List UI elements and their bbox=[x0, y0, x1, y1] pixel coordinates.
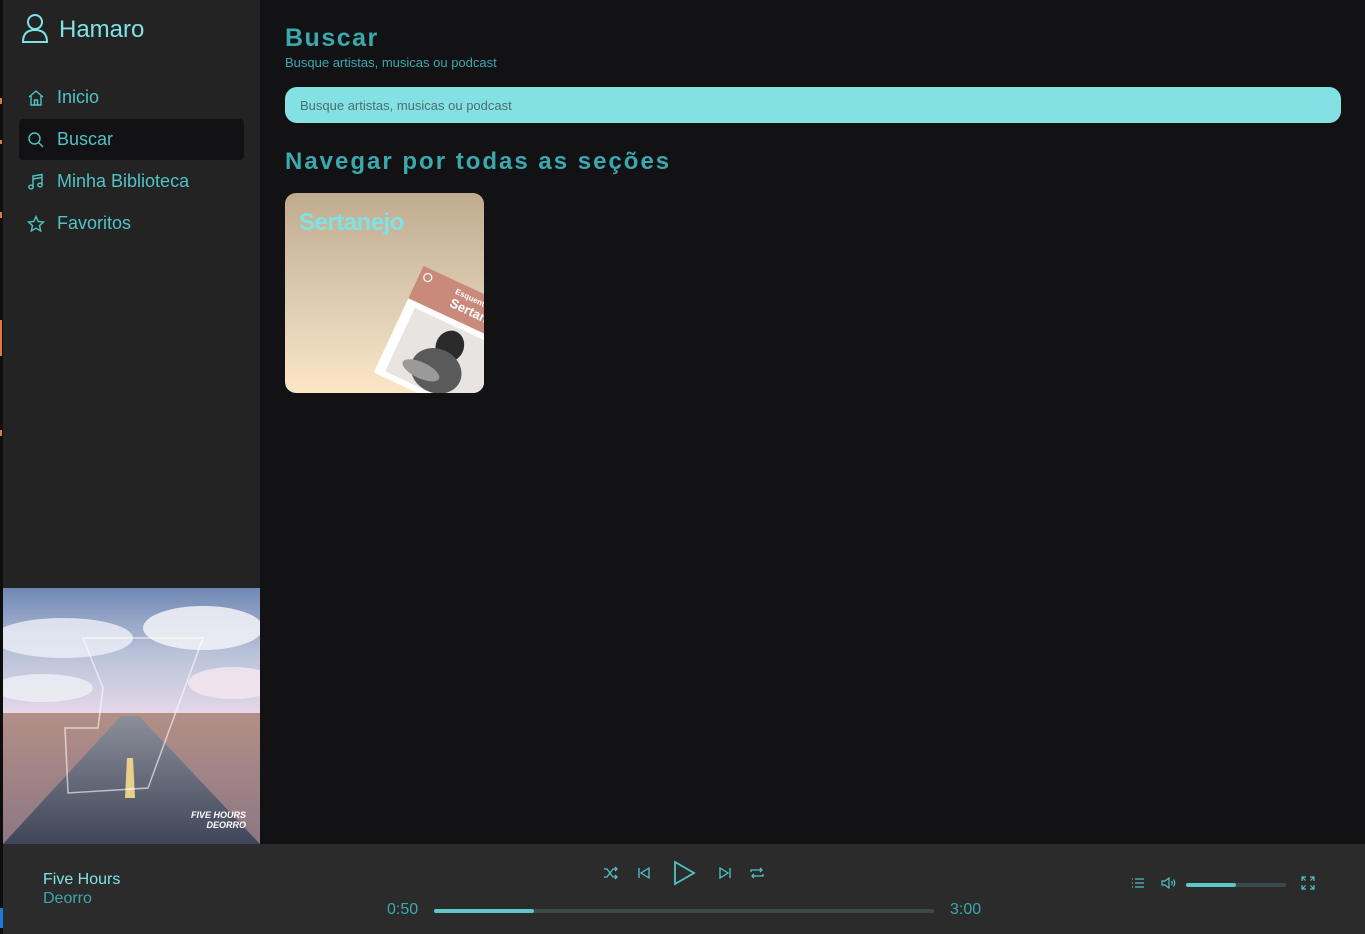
user-name: Hamaro bbox=[59, 16, 145, 43]
sidebar-item-favoritos[interactable]: Favoritos bbox=[19, 203, 244, 244]
player-bar: Five Hours Deorro 0:50 3:00 bbox=[3, 844, 1365, 934]
edge-mark bbox=[0, 908, 3, 928]
music-note-icon bbox=[27, 173, 45, 191]
sidebar-item-buscar[interactable]: Buscar bbox=[19, 119, 244, 160]
track-title: Five Hours bbox=[43, 871, 121, 888]
shuffle-button[interactable] bbox=[601, 866, 621, 884]
search-input[interactable] bbox=[285, 87, 1341, 123]
fullscreen-icon bbox=[1301, 875, 1315, 895]
sidebar-item-minha-biblioteca[interactable]: Minha Biblioteca bbox=[19, 161, 244, 202]
next-button[interactable] bbox=[715, 866, 735, 884]
app-root: Hamaro Inicio Buscar Minha Biblioteca Fa… bbox=[0, 0, 1365, 934]
volume-fill bbox=[1186, 883, 1236, 887]
album-text: FIVE HOURS DEORRO bbox=[190, 810, 246, 830]
user-profile[interactable]: Hamaro bbox=[21, 13, 145, 48]
repeat-icon bbox=[749, 866, 765, 885]
previous-button[interactable] bbox=[634, 866, 654, 884]
progress-fill bbox=[434, 909, 534, 913]
queue-button[interactable] bbox=[1128, 876, 1148, 894]
search-icon bbox=[27, 131, 45, 149]
page-title: Buscar bbox=[285, 24, 379, 52]
play-button[interactable] bbox=[669, 859, 699, 891]
page-subtitle: Busque artistas, musicas ou podcast bbox=[285, 55, 497, 70]
genre-name: Sertanejo bbox=[299, 209, 404, 236]
genre-cover-image: Esquenta Sertanejo bbox=[373, 265, 484, 393]
main-content: Buscar Busque artistas, musicas ou podca… bbox=[260, 0, 1365, 844]
list-icon bbox=[1131, 876, 1145, 894]
star-icon bbox=[27, 214, 45, 233]
volume-slider[interactable] bbox=[1186, 883, 1286, 887]
total-time: 3:00 bbox=[950, 901, 982, 918]
album-art: FIVE HOURS DEORRO bbox=[3, 588, 260, 844]
sidebar-item-inicio[interactable]: Inicio bbox=[19, 77, 244, 118]
volume-button[interactable] bbox=[1159, 876, 1179, 894]
skip-forward-icon bbox=[718, 866, 732, 885]
sidebar-nav: Inicio Buscar Minha Biblioteca Favoritos bbox=[19, 77, 244, 245]
home-icon bbox=[27, 89, 45, 107]
genre-card-sertanejo[interactable]: Sertanejo Esquenta Sertanejo bbox=[285, 193, 484, 393]
volume-icon bbox=[1161, 876, 1177, 894]
user-icon bbox=[21, 13, 49, 48]
track-artist[interactable]: Deorro bbox=[43, 890, 92, 908]
current-time: 0:50 bbox=[387, 901, 419, 918]
sidebar-item-label: Inicio bbox=[57, 87, 100, 107]
sidebar-item-label: Buscar bbox=[57, 129, 114, 149]
skip-back-icon bbox=[637, 866, 651, 885]
play-icon bbox=[672, 859, 696, 891]
sidebar-item-label: Favoritos bbox=[57, 213, 132, 233]
sidebar-item-label: Minha Biblioteca bbox=[57, 171, 190, 191]
section-title: Navegar por todas as seções bbox=[285, 148, 672, 175]
shuffle-icon bbox=[603, 866, 619, 885]
progress-bar[interactable] bbox=[434, 909, 934, 913]
fullscreen-button[interactable] bbox=[1298, 875, 1318, 895]
repeat-button[interactable] bbox=[747, 866, 767, 884]
